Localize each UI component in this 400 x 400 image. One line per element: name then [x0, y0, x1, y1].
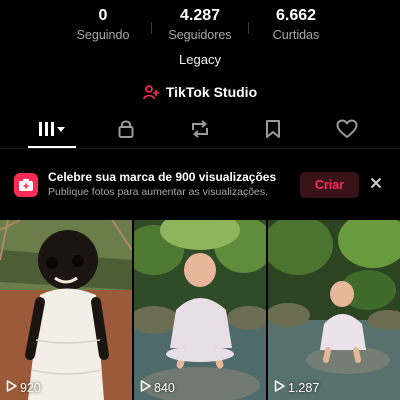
likes-label: Curtidas	[272, 28, 320, 42]
grid-icon	[38, 121, 66, 142]
tiktok-studio-link[interactable]: TikTok Studio	[0, 82, 400, 102]
video-thumbnail-image	[0, 220, 132, 400]
add-media-icon	[14, 173, 38, 197]
followers-count: 4.287	[179, 7, 221, 24]
view-count: 1.287	[274, 380, 319, 395]
tab-private[interactable]	[101, 115, 151, 147]
person-plus-icon	[143, 84, 160, 100]
video-thumbnail[interactable]: 1.287	[268, 220, 400, 400]
following-count: 0	[98, 7, 108, 24]
profile-tabs	[0, 115, 400, 147]
video-thumbnail-image	[268, 220, 400, 400]
following-stat[interactable]: 0 Seguindo	[48, 6, 158, 43]
create-button[interactable]: Criar	[300, 172, 359, 198]
repost-icon	[189, 119, 211, 144]
video-grid: 920 840 1.287	[0, 220, 400, 400]
banner-subtitle: Publique fotos para aumentar as visualiz…	[48, 186, 269, 198]
close-icon	[370, 176, 382, 194]
lock-icon	[117, 119, 135, 144]
video-thumbnail[interactable]: 840	[134, 220, 266, 400]
likes-stat[interactable]: 6.662 Curtidas	[241, 6, 351, 43]
view-count: 920	[6, 380, 41, 395]
video-thumbnail-image	[134, 220, 266, 400]
followers-label: Seguidores	[168, 28, 232, 42]
play-icon	[274, 380, 285, 395]
tab-videos[interactable]	[27, 115, 77, 147]
followers-stat[interactable]: 4.287 Seguidores	[145, 6, 255, 43]
profile-stats: 0 Seguindo 4.287 Seguidores 6.662 Curtid…	[0, 6, 400, 46]
following-label: Seguindo	[76, 28, 130, 42]
tab-saved[interactable]	[248, 115, 298, 147]
tab-liked[interactable]	[322, 115, 372, 147]
bookmark-icon	[265, 119, 281, 144]
view-count-value: 920	[20, 380, 41, 395]
video-thumbnail[interactable]: 920	[0, 220, 132, 400]
banner-title: Celebre sua marca de 900 visualizações	[48, 170, 277, 184]
play-icon	[140, 380, 151, 395]
view-count: 840	[140, 380, 175, 395]
view-count-value: 1.287	[288, 380, 320, 395]
tabs-divider	[0, 148, 400, 149]
milestone-banner: Celebre sua marca de 900 visualizações P…	[0, 160, 400, 210]
tab-reposts[interactable]	[175, 115, 225, 147]
tiktok-studio-label: TikTok Studio	[165, 84, 258, 100]
likes-count: 6.662	[275, 7, 317, 24]
view-count-value: 840	[154, 380, 175, 395]
heart-icon	[336, 119, 358, 144]
play-icon	[6, 380, 17, 395]
close-banner-button[interactable]	[366, 175, 386, 195]
profile-bio: Legacy	[179, 52, 221, 67]
